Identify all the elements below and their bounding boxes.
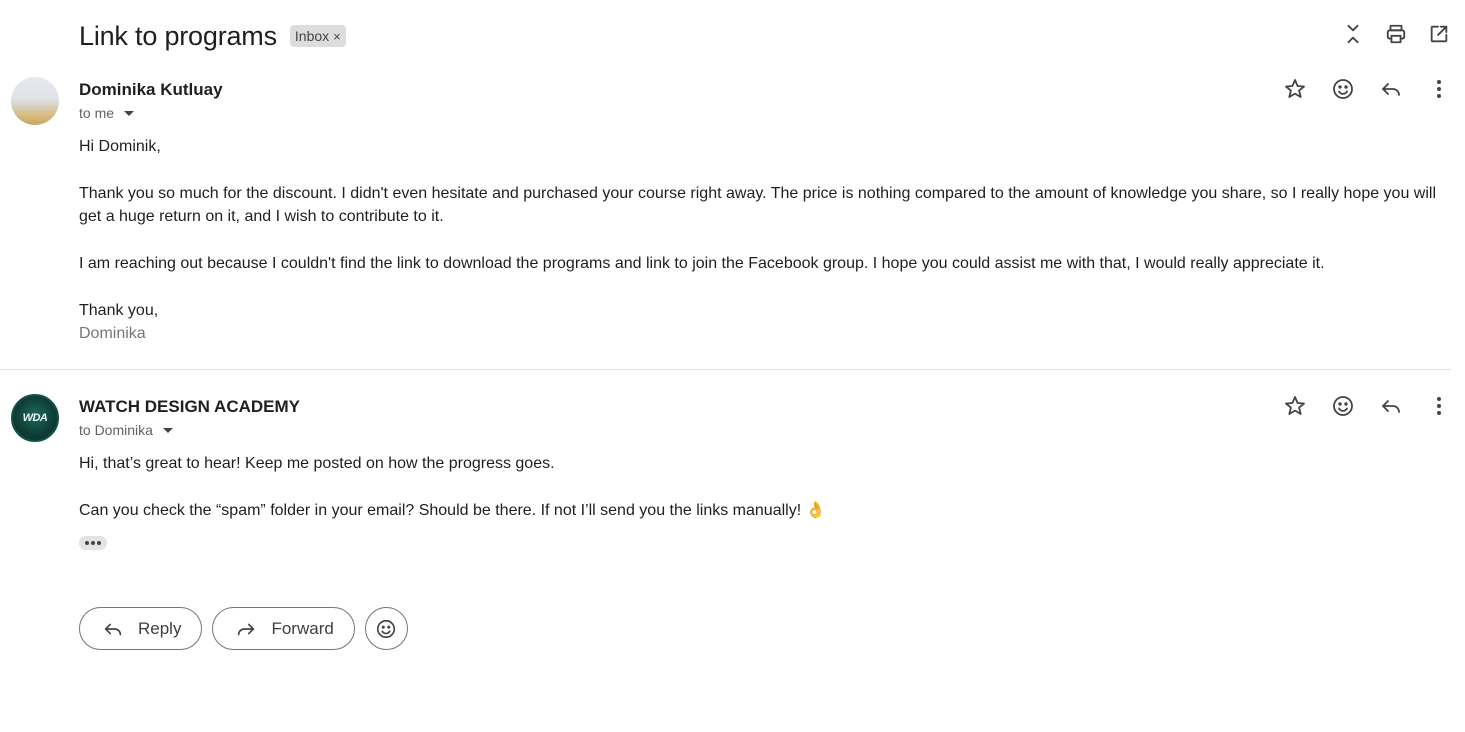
message-actions <box>1283 77 1451 101</box>
star-icon[interactable] <box>1283 394 1307 418</box>
print-icon[interactable] <box>1384 22 1408 46</box>
sender-avatar[interactable] <box>11 77 59 125</box>
recipient-details[interactable]: to Dominika <box>79 422 173 438</box>
remove-label-icon[interactable]: × <box>333 29 341 44</box>
recipient-details[interactable]: to me <box>79 105 135 121</box>
body-paragraph: Can you check the “spam” folder in your … <box>79 502 826 519</box>
recipient-text: to me <box>79 105 115 121</box>
reply-actions: Reply Forward <box>79 607 408 650</box>
sender-avatar[interactable]: WDA <box>11 394 59 442</box>
star-icon[interactable] <box>1283 77 1307 101</box>
more-options-icon[interactable] <box>1427 394 1451 418</box>
forward-label: Forward <box>271 618 334 638</box>
body-paragraph: Hi Dominik, <box>79 138 161 155</box>
label-text: Inbox <box>294 28 330 44</box>
forward-button[interactable]: Forward <box>212 607 355 650</box>
email-subject: Link to programs <box>79 20 277 51</box>
open-new-window-icon[interactable] <box>1427 22 1451 46</box>
reply-icon <box>104 623 122 635</box>
body-paragraph: Thank you so much for the discount. I di… <box>79 185 1437 225</box>
subject-row: Link to programs Inbox × <box>79 18 346 54</box>
message-divider <box>0 369 1451 370</box>
reply-label: Reply <box>138 618 182 638</box>
collapse-all-icon[interactable] <box>1341 22 1365 46</box>
forward-icon <box>238 623 255 635</box>
thread-toolbar <box>1341 22 1451 46</box>
emoji-react-icon[interactable] <box>1331 394 1355 418</box>
more-options-icon[interactable] <box>1427 77 1451 101</box>
dot <box>85 541 89 545</box>
emoji-react-icon[interactable] <box>1331 77 1355 101</box>
reply-icon[interactable] <box>1379 77 1403 101</box>
chevron-down-icon[interactable] <box>124 110 135 116</box>
brand-logo: WDA <box>22 412 48 424</box>
dot <box>97 541 101 545</box>
message-body: Hi, that’s great to hear! Keep me posted… <box>79 452 1445 522</box>
dot <box>91 541 95 545</box>
inbox-label-chip[interactable]: Inbox × <box>289 25 346 47</box>
body-paragraph: I am reaching out because I couldn't fin… <box>79 255 1325 272</box>
body-paragraph: Hi, that’s great to hear! Keep me posted… <box>79 455 555 472</box>
message-body: Hi Dominik, Thank you so much for the di… <box>79 135 1445 345</box>
emoji-icon <box>377 619 396 638</box>
recipient-text: to Dominika <box>79 422 153 438</box>
emoji-reaction-button[interactable] <box>364 607 408 650</box>
reply-button[interactable]: Reply <box>79 607 203 650</box>
body-paragraph: Thank you, <box>79 302 159 319</box>
show-trimmed-content-button[interactable] <box>79 536 107 550</box>
sender-name[interactable]: WATCH DESIGN ACADEMY <box>79 397 300 417</box>
signature: Dominika <box>79 325 146 342</box>
reply-icon[interactable] <box>1379 394 1403 418</box>
chevron-down-icon[interactable] <box>162 427 173 433</box>
message-actions <box>1283 394 1451 418</box>
sender-name[interactable]: Dominika Kutluay <box>79 80 223 100</box>
